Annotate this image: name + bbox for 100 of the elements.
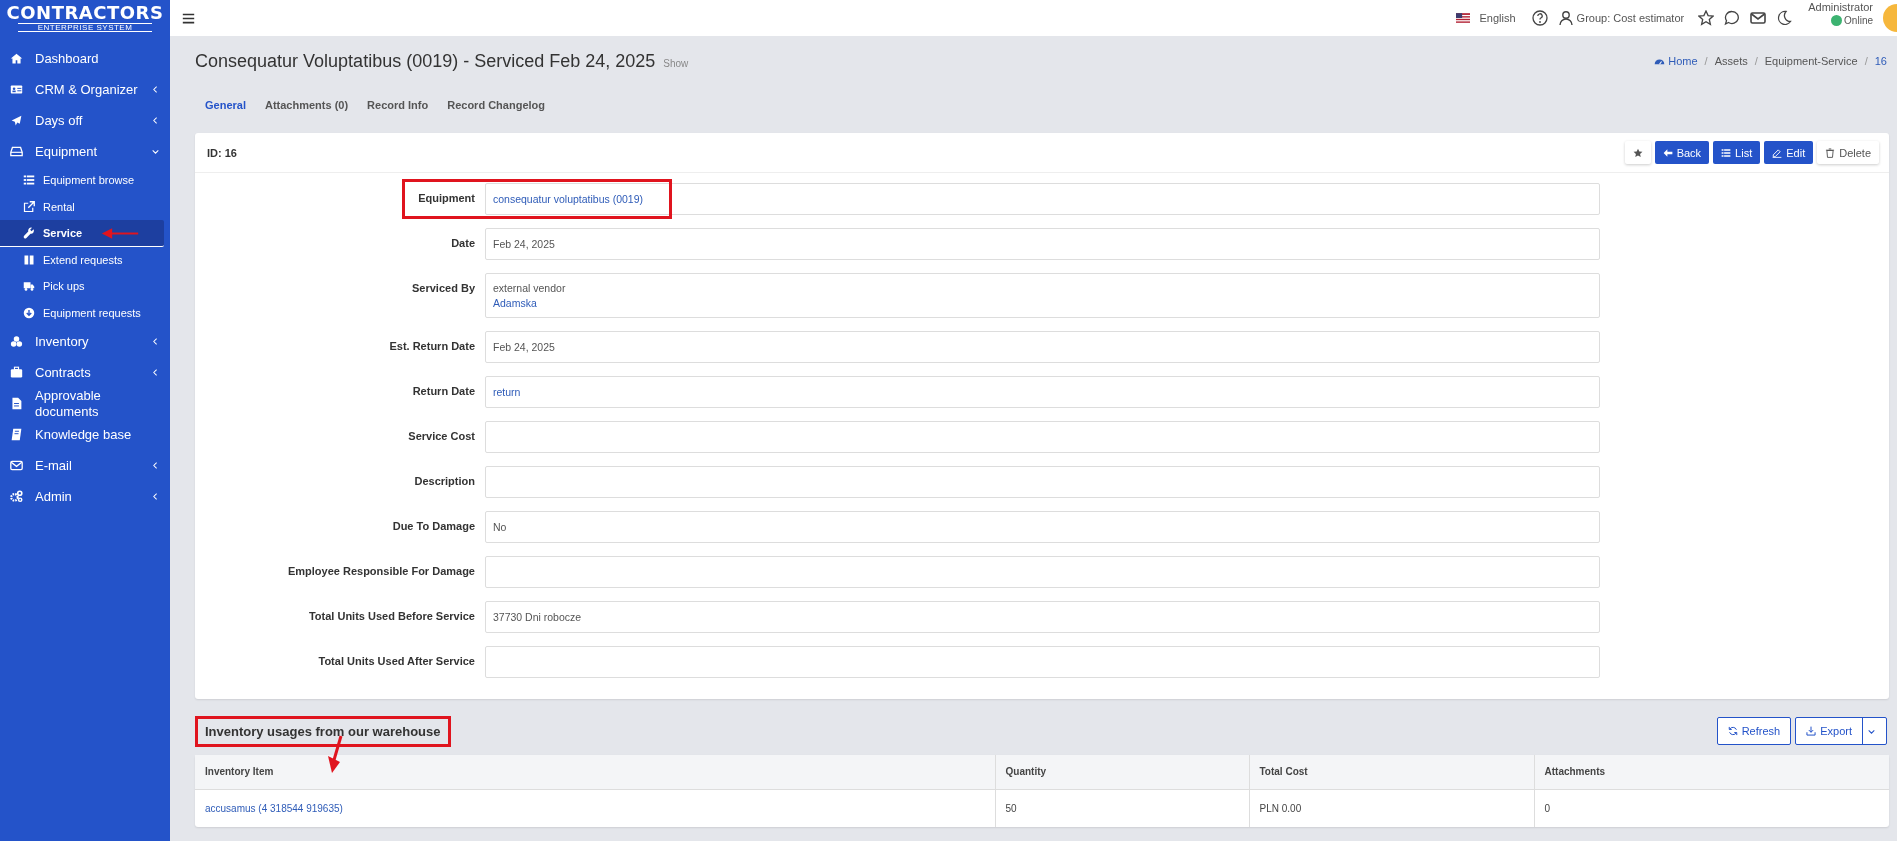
- logo-text: CONTRACTORS: [6, 3, 164, 23]
- column-header: Quantity: [995, 755, 1249, 789]
- sidebar-subitem[interactable]: Equipment requests: [0, 299, 164, 326]
- tab[interactable]: Record Info: [367, 99, 429, 111]
- moon-icon: [1776, 10, 1793, 26]
- status-label: Online: [1844, 14, 1873, 27]
- download-icon: [23, 306, 35, 319]
- table-cell: 50: [995, 789, 1249, 827]
- action-button[interactable]: List: [1713, 141, 1761, 164]
- field-label: Description: [413, 474, 475, 489]
- truck-icon: [23, 280, 35, 293]
- table-cell: 0: [1534, 789, 1889, 827]
- tab[interactable]: Attachments (0): [264, 99, 349, 111]
- sidebar-subitem[interactable]: Service: [0, 220, 164, 247]
- cubes-icon: [10, 335, 23, 348]
- external-link-icon: [23, 200, 35, 213]
- sidebar-item[interactable]: Inventory: [0, 326, 170, 357]
- sidebar-item[interactable]: Equipment: [0, 136, 170, 167]
- value-text: Feb 24, 2025: [493, 341, 556, 353]
- sidebar-item[interactable]: E-mail: [0, 450, 170, 481]
- field-label: Serviced By: [411, 281, 475, 296]
- record-id: ID: 16: [207, 146, 237, 159]
- sidebar-item[interactable]: CRM & Organizer: [0, 74, 170, 105]
- breadcrumb-current: 16: [1874, 55, 1887, 67]
- star-icon: [1698, 10, 1715, 26]
- column-header: Total Cost: [1249, 755, 1534, 789]
- tab[interactable]: Record Changelog: [447, 99, 545, 111]
- toolbar-button[interactable]: Refresh: [1716, 717, 1792, 745]
- page-title: Consequatur Voluptatibus (0019) - Serviced Feb 24, 2025: [195, 50, 656, 72]
- value-text: external vendor: [493, 282, 567, 294]
- user-icon: [1557, 10, 1574, 26]
- briefcase-icon: [10, 366, 23, 379]
- breadcrumb-separator: /: [1863, 55, 1869, 67]
- sidebar-item[interactable]: Days off: [0, 105, 170, 136]
- sidebar-subitem[interactable]: Equipment browse: [0, 167, 164, 194]
- value-text: 37730 Dni robocze: [493, 611, 583, 623]
- star-icon: [1632, 147, 1643, 158]
- chat-icon: [1724, 10, 1741, 26]
- logo-tagline: ENTERPRISE SYSTEM: [17, 23, 153, 32]
- user-name[interactable]: Administrator: [1808, 1, 1873, 14]
- toolbar-button[interactable]: Export: [1795, 717, 1887, 745]
- group-selector[interactable]: Group: Cost estimator: [1576, 12, 1685, 24]
- field-label: Due To Damage: [391, 519, 475, 534]
- sidebar-item[interactable]: Contracts: [0, 357, 170, 388]
- field-label: Est. Return Date: [388, 339, 475, 354]
- envelope-icon: [1750, 10, 1767, 26]
- language-selector[interactable]: English: [1479, 12, 1516, 24]
- list-icon: [23, 174, 35, 187]
- value-link[interactable]: return: [493, 386, 1592, 398]
- sidebar-subitem[interactable]: Extend requests: [0, 246, 164, 273]
- field-label: Total Units Used After Service: [317, 654, 475, 669]
- menu-icon: [182, 11, 195, 25]
- download-icon: [1806, 726, 1817, 736]
- breadcrumb-separator: /: [1753, 55, 1759, 67]
- trash-icon: [1825, 147, 1836, 158]
- arrow-left-icon: [1662, 147, 1673, 158]
- envelope-icon: [10, 459, 23, 472]
- value-text: No: [493, 521, 508, 533]
- breadcrumb-item[interactable]: Equipment-Service: [1764, 55, 1858, 67]
- pencil-icon: [1772, 147, 1783, 158]
- drive-icon: [10, 145, 23, 158]
- page-subtitle: Show: [663, 57, 689, 69]
- help-icon: [1531, 10, 1548, 26]
- action-button[interactable]: Edit: [1764, 141, 1814, 164]
- sidebar-item[interactable]: Dashboard: [0, 43, 170, 74]
- home-icon: [10, 52, 23, 65]
- plane-icon: [10, 114, 23, 127]
- field-label: Equipment: [417, 191, 475, 206]
- list-icon: [1721, 147, 1732, 158]
- sidebar-item[interactable]: Knowledge base: [0, 419, 170, 450]
- action-button[interactable]: Delete: [1817, 141, 1879, 164]
- book-icon: [10, 428, 23, 441]
- field-label: Return Date: [411, 384, 475, 399]
- document-icon: [10, 397, 23, 410]
- sidebar-subitem[interactable]: Rental: [0, 193, 164, 220]
- value-link[interactable]: consequatur voluptatibus (0019): [493, 193, 1592, 205]
- table-link[interactable]: accusamus (4 318544 919635): [205, 802, 343, 814]
- breadcrumb-item[interactable]: Assets: [1714, 55, 1748, 67]
- value-text: Feb 24, 2025: [493, 238, 556, 250]
- field-label: Total Units Used Before Service: [307, 609, 475, 624]
- sidebar-item[interactable]: Admin: [0, 481, 170, 512]
- section-title: Inventory usages from our warehouse: [195, 715, 451, 747]
- value-link[interactable]: Adamska: [493, 297, 1592, 309]
- breadcrumb-separator: /: [1703, 55, 1709, 67]
- refresh-icon: [1727, 726, 1738, 736]
- settings-icon: [10, 490, 23, 503]
- breadcrumb-link[interactable]: Home: [1654, 55, 1698, 67]
- wrench-icon: [23, 226, 35, 239]
- table-cell: PLN 0.00: [1249, 789, 1534, 827]
- tab[interactable]: General: [205, 99, 246, 111]
- action-button[interactable]: Back: [1654, 141, 1710, 164]
- favorite-button[interactable]: [1624, 141, 1651, 164]
- field-label: Employee Responsible For Damage: [286, 564, 475, 579]
- column-header: Attachments: [1534, 755, 1889, 789]
- sidebar-item[interactable]: Approvable documents: [0, 388, 170, 419]
- field-label: Service Cost: [407, 429, 475, 444]
- sidebar-subitem[interactable]: Pick ups: [0, 273, 164, 300]
- column-header: Inventory Item: [195, 755, 995, 789]
- field-label: Date: [450, 236, 475, 251]
- pause-icon: [23, 253, 35, 266]
